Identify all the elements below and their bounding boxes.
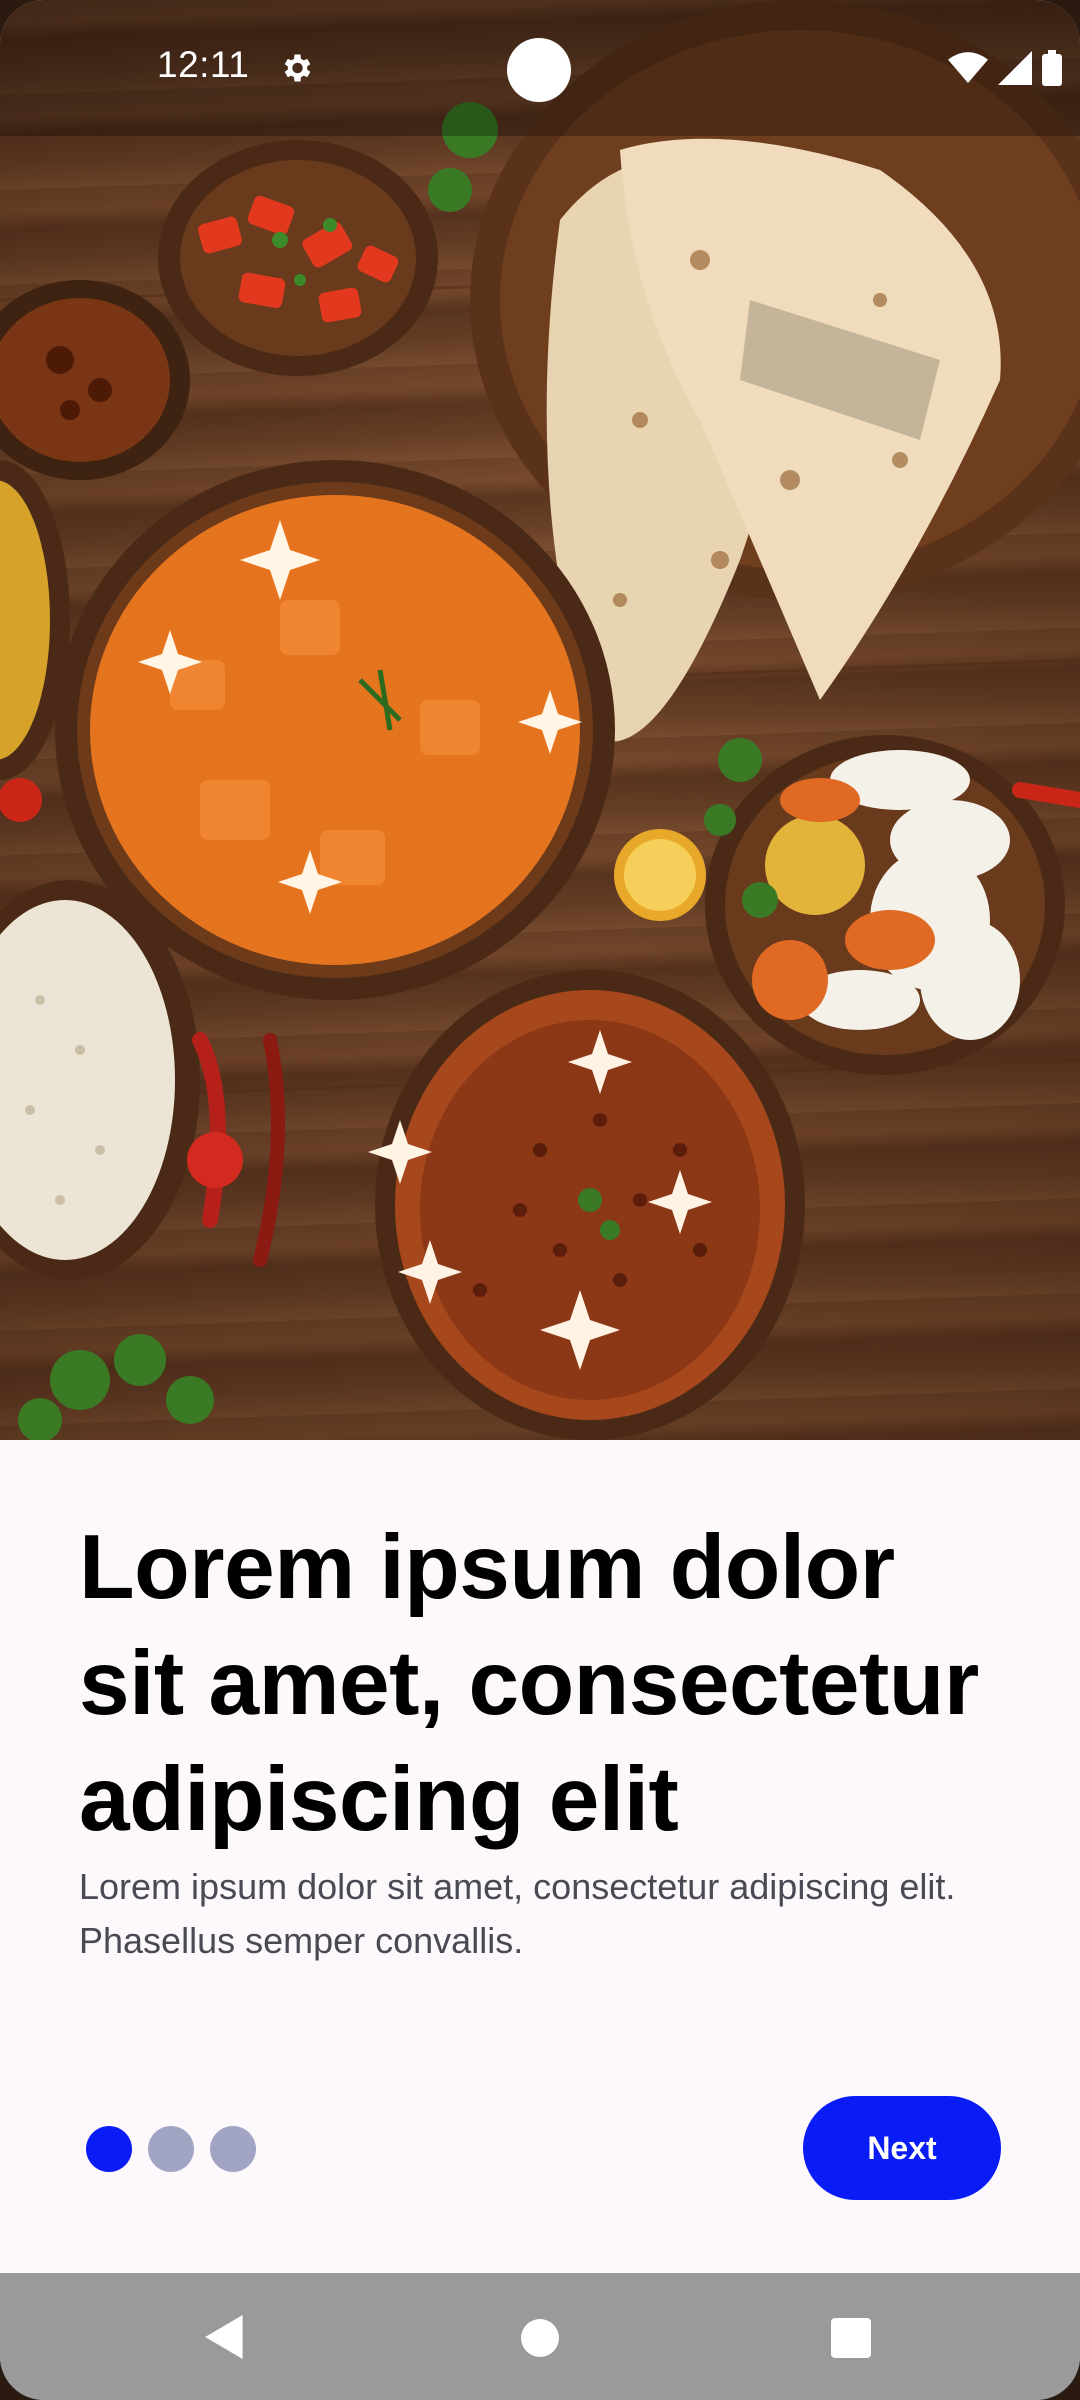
battery-icon bbox=[1042, 50, 1062, 86]
cell-signal-icon bbox=[998, 51, 1032, 85]
hero-food-image bbox=[0, 0, 1080, 1440]
page-dot-1[interactable] bbox=[86, 2126, 132, 2172]
page-dot-3[interactable] bbox=[210, 2126, 256, 2172]
recents-square-icon[interactable] bbox=[831, 2318, 871, 2358]
food-illustration bbox=[0, 0, 1080, 1440]
camera-cutout bbox=[507, 38, 571, 102]
next-button[interactable]: Next bbox=[803, 2096, 1001, 2200]
onboarding-description: Lorem ipsum dolor sit amet, consectetur … bbox=[79, 1866, 956, 1961]
status-time: 12:11 bbox=[157, 44, 250, 85]
gear-icon bbox=[284, 54, 311, 82]
page-indicator bbox=[86, 2126, 256, 2172]
back-triangle-icon[interactable] bbox=[203, 2315, 247, 2359]
home-circle-icon[interactable] bbox=[521, 2319, 559, 2357]
status-bar: 12:11 bbox=[0, 0, 1080, 136]
page-dot-2[interactable] bbox=[148, 2126, 194, 2172]
system-nav-bar bbox=[0, 2273, 1080, 2400]
wifi-icon bbox=[948, 52, 988, 83]
onboarding-headline: Lorem ipsum dolor sit amet, consectetur … bbox=[79, 1517, 979, 1850]
status-icons bbox=[948, 50, 1062, 86]
onboarding-screen: 12:11 Lorem ipsum dolor sit amet, consec… bbox=[0, 0, 1080, 2400]
